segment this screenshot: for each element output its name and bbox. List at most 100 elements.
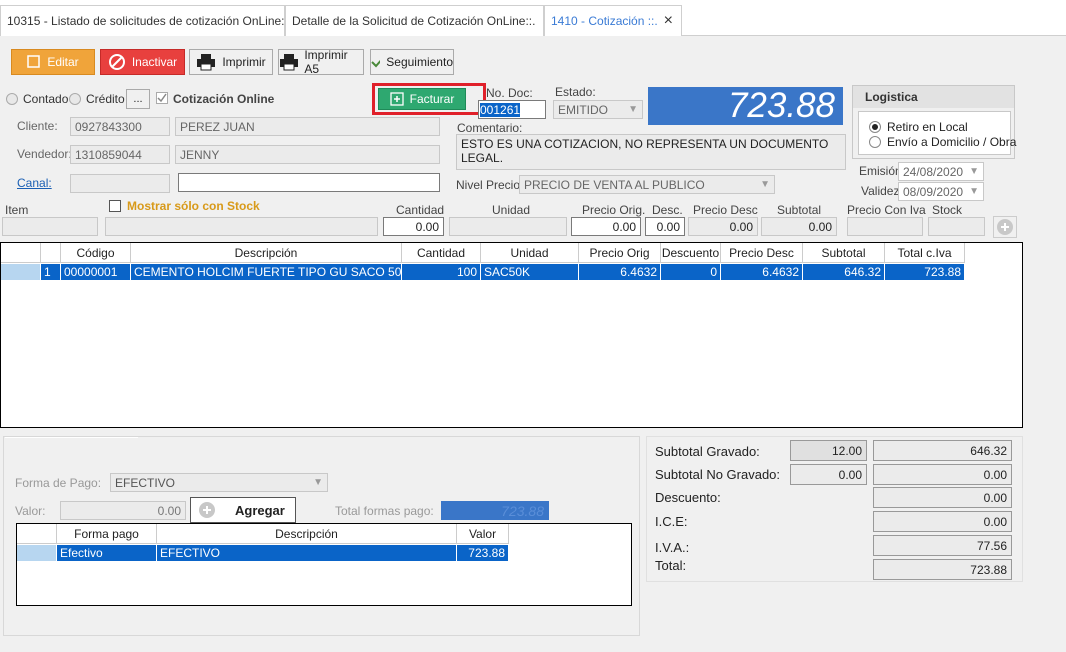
- column-header-subtotal[interactable]: Subtotal: [803, 243, 885, 263]
- table-row[interactable]: 1 00000001 CEMENTO HOLCIM FUERTE TIPO GU…: [1, 264, 965, 280]
- credito-label: Crédito: [86, 92, 125, 106]
- item-description-field[interactable]: [105, 217, 378, 236]
- column-header-cantidad[interactable]: Cantidad: [402, 243, 481, 263]
- column-header-unidad[interactable]: Unidad: [481, 243, 579, 263]
- imprimir-button[interactable]: Imprimir: [189, 49, 273, 75]
- stock-only-label: Mostrar sólo con Stock: [127, 199, 260, 213]
- cell-subtotal: 646.32: [803, 264, 885, 280]
- cantidad-field[interactable]: 0.00: [383, 217, 444, 236]
- tab-label: Detalle de la Solicitud de Cotización On…: [292, 14, 536, 28]
- editar-button[interactable]: Editar: [11, 49, 95, 75]
- cell-codigo: 00000001: [61, 264, 131, 280]
- column-header-descripcion[interactable]: Descripción: [131, 243, 402, 263]
- precio-orig-field[interactable]: 0.00: [571, 217, 641, 236]
- valor-label: Valor:: [15, 504, 46, 518]
- credito-radio[interactable]: [69, 93, 81, 105]
- row-indicator-header: [1, 243, 41, 263]
- tab-listado-solicitudes[interactable]: 10315 - Listado de solicitudes de cotiza…: [0, 5, 285, 36]
- column-header-valor[interactable]: Valor: [457, 524, 509, 544]
- canal-code-field[interactable]: [70, 174, 170, 193]
- precio-orig-label: Precio Orig.: [582, 203, 646, 217]
- estado-value: EMITIDO: [558, 103, 608, 117]
- desc-field[interactable]: 0.00: [645, 217, 685, 236]
- precio-iva-field[interactable]: [847, 217, 923, 236]
- subtotal-gravado-label: Subtotal Gravado:: [655, 444, 760, 459]
- printer-icon: [197, 54, 216, 71]
- canal-name-field[interactable]: [178, 173, 440, 192]
- envio-domicilio-radio[interactable]: [869, 136, 881, 148]
- comentario-label: Comentario:: [457, 121, 523, 135]
- precio-desc-label: Precio Desc: [693, 203, 758, 217]
- seguimiento-button[interactable]: Seguimiento: [370, 49, 454, 75]
- divider: [5, 437, 138, 438]
- total-value: 723.88: [873, 559, 1012, 580]
- iva-value: 77.56: [873, 535, 1012, 556]
- chevron-down-icon: ▼: [969, 166, 979, 177]
- precio-desc-field[interactable]: 0.00: [688, 217, 758, 236]
- column-header-codigo[interactable]: Código: [61, 243, 131, 263]
- emision-value: 24/08/2020: [903, 165, 964, 179]
- item-label: Item: [5, 203, 29, 217]
- imprimir-label: Imprimir: [222, 55, 266, 69]
- cell-valor: 723.88: [457, 545, 509, 561]
- precio-iva-label: Precio Con Iva: [847, 203, 926, 217]
- ellipsis-label: ...: [133, 93, 143, 105]
- item-field[interactable]: [2, 217, 98, 236]
- column-header-descripcion[interactable]: Descripción: [157, 524, 457, 544]
- tab-detalle-solicitud[interactable]: Detalle de la Solicitud de Cotización On…: [285, 5, 544, 36]
- add-item-button[interactable]: [993, 216, 1017, 238]
- valor-field[interactable]: 0.00: [60, 501, 186, 520]
- cell-precio-orig: 6.4632: [579, 264, 661, 280]
- estado-dropdown[interactable]: EMITIDO ▼: [553, 100, 643, 119]
- nivel-precio-dropdown[interactable]: PRECIO DE VENTA AL PUBLICO ▼: [519, 175, 775, 194]
- column-header-descuento[interactable]: Descuento: [661, 243, 721, 263]
- vendedor-id-field[interactable]: 1310859044: [70, 145, 170, 164]
- cell-forma-pago: Efectivo: [57, 545, 157, 561]
- cliente-id-field[interactable]: 0927843300: [70, 117, 170, 136]
- subtotal-no-gravado-pct: 0.00: [790, 464, 867, 485]
- validez-field[interactable]: 08/09/2020 ▼: [898, 182, 984, 201]
- ellipsis-button[interactable]: ...: [126, 89, 150, 109]
- chevron-down-icon: ▼: [313, 477, 323, 488]
- subtotal-field[interactable]: 0.00: [761, 217, 837, 236]
- cliente-name-field[interactable]: PEREZ JUAN: [175, 117, 440, 136]
- unidad-field[interactable]: [449, 217, 567, 236]
- contado-radio[interactable]: [6, 93, 18, 105]
- canal-link[interactable]: Canal:: [17, 176, 52, 190]
- chevron-down-icon: ▼: [760, 179, 770, 190]
- doc-value: 001261: [480, 103, 521, 117]
- agregar-button[interactable]: Agregar: [190, 497, 296, 523]
- tab-bar: 10315 - Listado de solicitudes de cotiza…: [0, 0, 1066, 36]
- comentario-field[interactable]: ESTO ES UNA COTIZACION, NO REPRESENTA UN…: [456, 134, 846, 170]
- emision-field[interactable]: 24/08/2020 ▼: [898, 162, 984, 181]
- column-header-total-iva[interactable]: Total c.Iva: [885, 243, 965, 263]
- imprimir-a5-button[interactable]: Imprimir A5: [278, 48, 364, 76]
- cantidad-label: Cantidad: [396, 203, 445, 217]
- stock-field[interactable]: [928, 217, 985, 236]
- doc-field[interactable]: 001261: [478, 100, 546, 119]
- cliente-label: Cliente:: [17, 119, 58, 133]
- column-header-forma-pago[interactable]: Forma pago: [57, 524, 157, 544]
- total-display: 723.88: [648, 87, 843, 125]
- facturar-button[interactable]: Facturar: [378, 88, 466, 110]
- stock-label: Stock: [932, 203, 963, 217]
- facturar-label: Facturar: [409, 92, 455, 106]
- ice-value: 0.00: [873, 511, 1012, 532]
- cotizacion-online-checkbox[interactable]: [156, 92, 168, 104]
- forma-pago-dropdown[interactable]: EFECTIVO ▼: [110, 473, 328, 492]
- inactivar-button[interactable]: Inactivar: [100, 49, 185, 75]
- subtotal-gravado-value: 646.32: [873, 440, 1012, 461]
- row-indicator: [17, 545, 57, 561]
- stock-only-checkbox[interactable]: [109, 200, 121, 212]
- close-icon[interactable]: ×: [664, 12, 673, 30]
- tab-label: 1410 - Cotización ::.: [551, 14, 658, 28]
- validez-value: 08/09/2020: [903, 185, 964, 199]
- vendedor-name-field[interactable]: JENNY: [175, 145, 440, 164]
- tab-label: 10315 - Listado de solicitudes de cotiza…: [7, 14, 285, 28]
- payments-grid: Forma pago Descripción Valor Efectivo EF…: [16, 523, 632, 606]
- retiro-local-radio[interactable]: [869, 121, 881, 133]
- column-header-precio-desc[interactable]: Precio Desc: [721, 243, 803, 263]
- table-row[interactable]: Efectivo EFECTIVO 723.88: [17, 545, 509, 561]
- column-header-precio-orig[interactable]: Precio Orig: [579, 243, 661, 263]
- tab-cotizacion[interactable]: 1410 - Cotización ::. ×: [544, 5, 682, 36]
